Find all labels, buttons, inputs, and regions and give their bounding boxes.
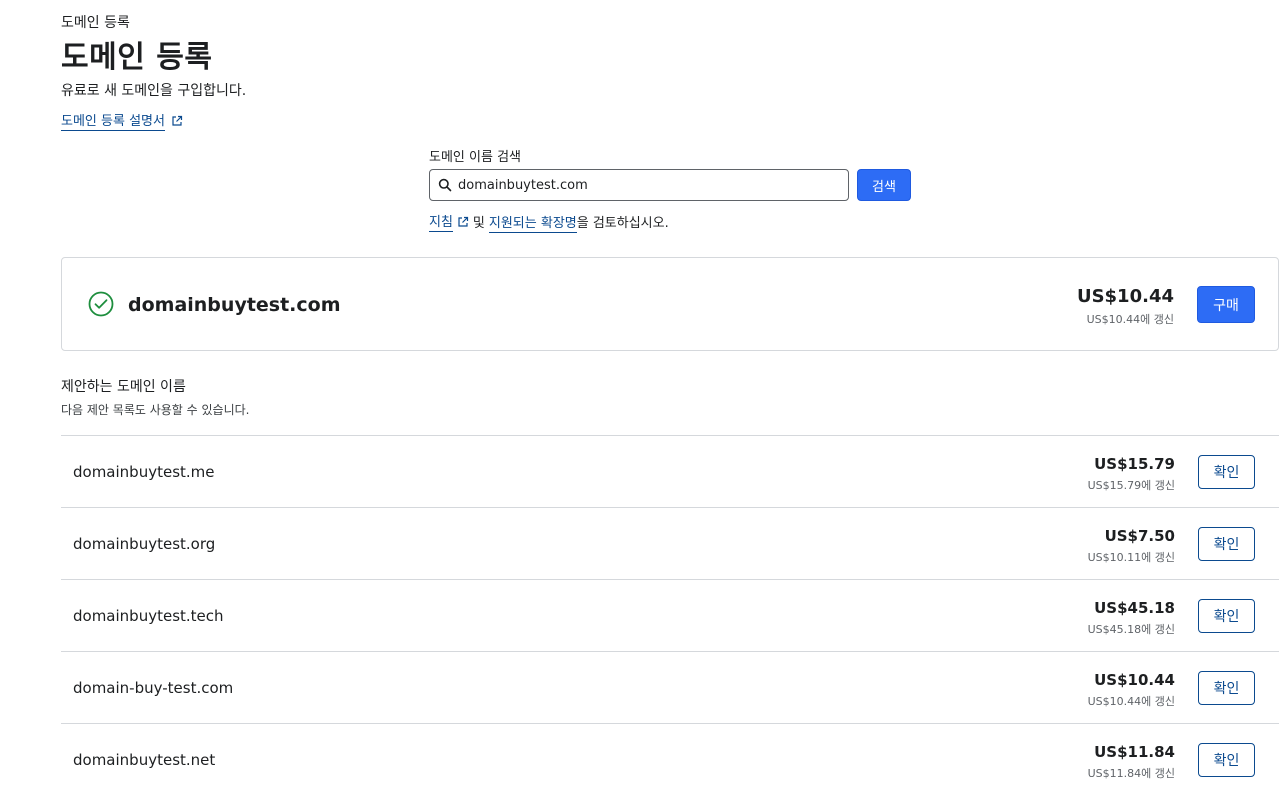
search-icon: [438, 178, 452, 192]
search-label: 도메인 이름 검색: [429, 150, 521, 165]
confirm-button[interactable]: 확인: [1198, 599, 1255, 633]
search-hint: 지침 및 지원되는 확장명을 검토하십시오.: [429, 211, 911, 233]
suggestion-price: US$11.84: [1094, 743, 1175, 761]
search-button[interactable]: 검색: [857, 169, 911, 201]
suggestion-row: domain-buy-test.com US$10.44 US$10.44에 갱…: [61, 651, 1279, 723]
suggestion-domain: domain-buy-test.com: [73, 679, 234, 697]
registration-guide-link[interactable]: 도메인 등록 설명서: [61, 110, 183, 131]
page-title: 도메인 등록: [61, 40, 213, 75]
supported-extensions-link[interactable]: 지원되는 확장명: [488, 216, 577, 233]
hint-suffix: 을 검토하십시오.: [576, 216, 669, 231]
suggestions-list: domainbuytest.me US$15.79 US$15.79에 갱신 확…: [61, 435, 1279, 787]
hint-connector: 및: [472, 216, 485, 231]
result-price-block: US$10.44 US$10.44에 갱신: [1077, 286, 1174, 327]
buy-button[interactable]: 구매: [1197, 286, 1255, 323]
search-input[interactable]: [458, 177, 838, 193]
suggestion-price-block: US$10.44 US$10.44에 갱신: [1088, 671, 1175, 709]
confirm-button[interactable]: 확인: [1198, 743, 1255, 777]
confirm-button[interactable]: 확인: [1198, 527, 1255, 561]
suggestion-row: domainbuytest.tech US$45.18 US$45.18에 갱신…: [61, 579, 1279, 651]
suggestion-price: US$10.44: [1094, 671, 1175, 689]
suggestion-row: domainbuytest.net US$11.84 US$11.84에 갱신 …: [61, 723, 1279, 787]
suggestion-domain: domainbuytest.me: [73, 463, 215, 481]
search-box[interactable]: [429, 169, 849, 201]
breadcrumb[interactable]: 도메인 등록: [61, 12, 130, 32]
suggestion-renew-price: US$45.18에 갱신: [1087, 623, 1175, 636]
suggestions-title: 제안하는 도메인 이름: [61, 379, 186, 395]
suggestion-domain: domainbuytest.org: [73, 535, 216, 553]
result-domain-name: domainbuytest.com: [128, 294, 341, 316]
suggestion-price: US$7.50: [1104, 527, 1175, 545]
registration-guide-link-label: 도메인 등록 설명서: [61, 110, 165, 131]
suggestion-row: domainbuytest.me US$15.79 US$15.79에 갱신 확…: [61, 435, 1279, 507]
suggestion-price-block: US$7.50 US$10.11에 갱신: [1088, 527, 1175, 565]
suggestion-renew-price: US$10.11에 갱신: [1087, 551, 1175, 564]
external-link-icon: [172, 115, 183, 126]
search-result-card: domainbuytest.com US$10.44 US$10.44에 갱신 …: [61, 257, 1279, 351]
guidelines-link[interactable]: 지침: [429, 211, 453, 232]
result-renew-price: US$10.44에 갱신: [1086, 313, 1174, 326]
domain-search: 도메인 이름 검색 검색 지침 및 지원되는 확장명을 검토하십시오.: [429, 146, 911, 233]
search-row: 검색: [429, 169, 911, 201]
external-link-icon: [458, 216, 469, 227]
suggestion-renew-price: US$10.44에 갱신: [1087, 695, 1175, 708]
suggestion-renew-price: US$11.84에 갱신: [1087, 767, 1175, 780]
suggestion-renew-price: US$15.79에 갱신: [1087, 479, 1175, 492]
suggestion-price: US$45.18: [1094, 599, 1175, 617]
page: 도메인 등록 도메인 등록 유료로 새 도메인을 구입합니다. 도메인 등록 설…: [0, 0, 1280, 787]
suggestions-subtitle: 다음 제안 목록도 사용할 수 있습니다.: [61, 403, 250, 417]
suggestion-price-block: US$15.79 US$15.79에 갱신: [1088, 455, 1175, 493]
suggestion-domain: domainbuytest.tech: [73, 607, 224, 625]
suggestion-price-block: US$45.18 US$45.18에 갱신: [1088, 599, 1175, 637]
result-price: US$10.44: [1076, 286, 1174, 307]
page-subtitle: 유료로 새 도메인을 구입합니다.: [61, 83, 247, 99]
confirm-button[interactable]: 확인: [1198, 455, 1255, 489]
suggestion-price: US$15.79: [1094, 455, 1175, 473]
suggestion-domain: domainbuytest.net: [73, 751, 216, 769]
suggestion-price-block: US$11.84 US$11.84에 갱신: [1088, 743, 1175, 781]
suggestion-row: domainbuytest.org US$7.50 US$10.11에 갱신 확…: [61, 507, 1279, 579]
confirm-button[interactable]: 확인: [1198, 671, 1255, 705]
available-check-icon: [88, 291, 114, 317]
